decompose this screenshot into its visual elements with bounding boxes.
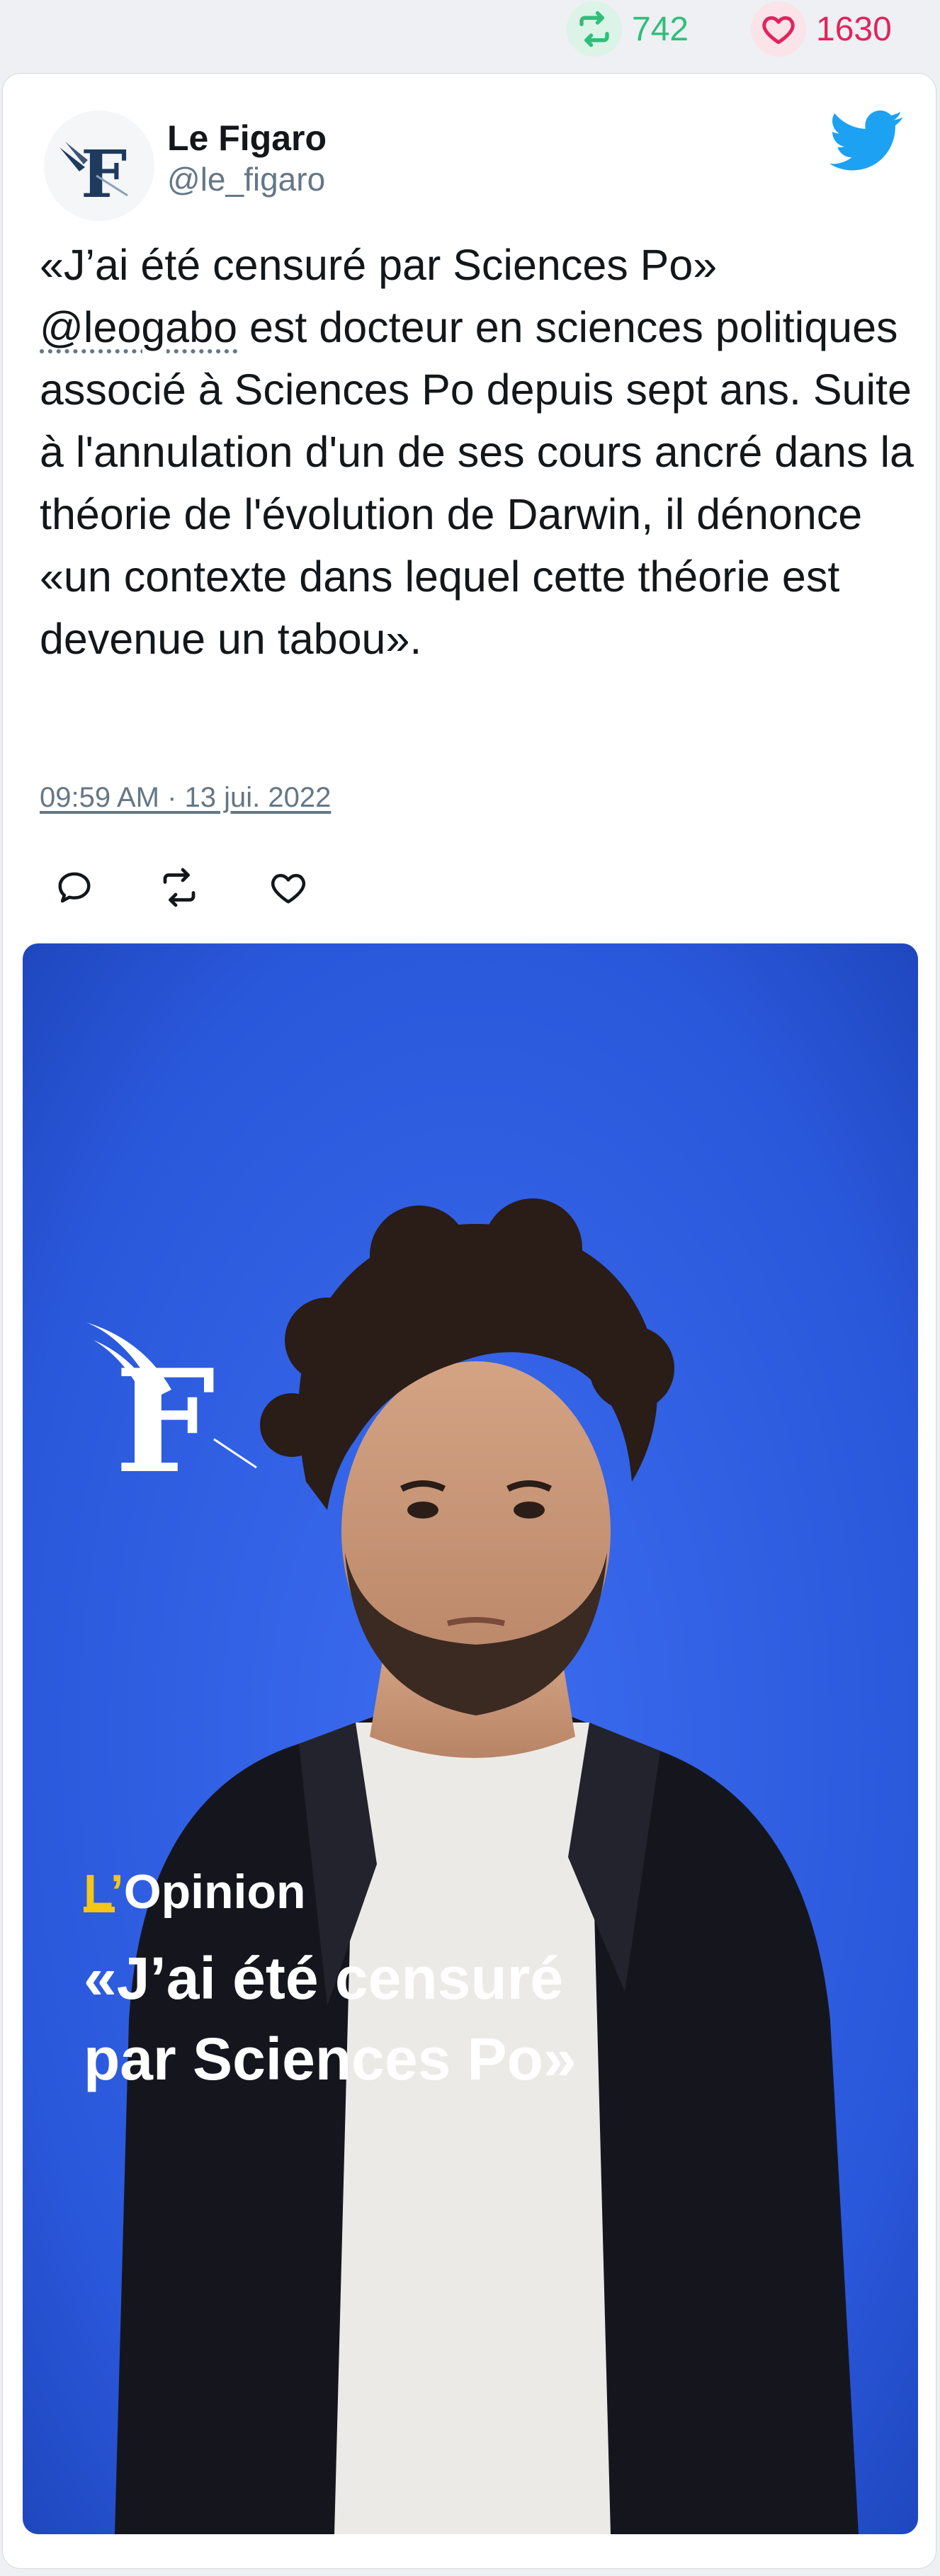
like-button[interactable] bbox=[266, 866, 310, 909]
author-handle[interactable]: @le_figaro bbox=[167, 160, 325, 198]
media-logo-letter: F bbox=[115, 1339, 215, 1505]
twitter-bird-icon[interactable] bbox=[829, 103, 904, 177]
mention-link[interactable]: @leogabo bbox=[40, 303, 237, 351]
media-thumbnail: F L’Opinion «J’ai été censuré par Scienc… bbox=[23, 943, 918, 2534]
retweet-action-icon bbox=[163, 868, 196, 907]
retweet-count-value: 742 bbox=[632, 10, 689, 48]
media-brand-prefix: L’ bbox=[84, 1865, 124, 1919]
like-count-value: 1630 bbox=[816, 10, 892, 48]
figaro-logo-icon: F bbox=[60, 136, 128, 212]
media-caption-line1: «J’ai été censuré bbox=[84, 1945, 563, 2012]
tweet-text: «J’ai été censuré par Sciences Po» @leog… bbox=[40, 234, 914, 670]
tweet-text-line1: «J’ai été censuré par Sciences Po» bbox=[40, 241, 718, 289]
media-caption-line2: par Sciences Po» bbox=[84, 2026, 577, 2092]
tweet-stats-bar: 742 1630 bbox=[0, 0, 940, 65]
tweet-text-body: est docteur en sciences politiques assoc… bbox=[40, 303, 914, 663]
like-count[interactable]: 1630 bbox=[751, 1, 892, 57]
reply-button[interactable] bbox=[52, 866, 96, 909]
retweet-count[interactable]: 742 bbox=[567, 1, 689, 57]
author-avatar[interactable]: F bbox=[44, 110, 154, 221]
author-name[interactable]: Le Figaro bbox=[167, 118, 327, 159]
heart-action-icon bbox=[271, 873, 305, 904]
tweet-timestamp[interactable]: 09:59 AM · 13 jui. 2022 bbox=[40, 782, 331, 814]
retweet-button[interactable] bbox=[157, 866, 201, 909]
tweet-media[interactable]: F L’Opinion «J’ai été censuré par Scienc… bbox=[23, 943, 918, 2534]
media-brand-rest: Opinion bbox=[124, 1865, 306, 1919]
avatar-letter: F bbox=[81, 136, 127, 212]
heart-icon bbox=[751, 1, 806, 57]
retweet-icon bbox=[567, 1, 622, 57]
media-brand: L’Opinion bbox=[84, 1865, 306, 1919]
reply-icon bbox=[58, 872, 91, 903]
tweet-card: F Le Figaro @le_figaro «J’ai été censuré… bbox=[2, 73, 936, 2569]
